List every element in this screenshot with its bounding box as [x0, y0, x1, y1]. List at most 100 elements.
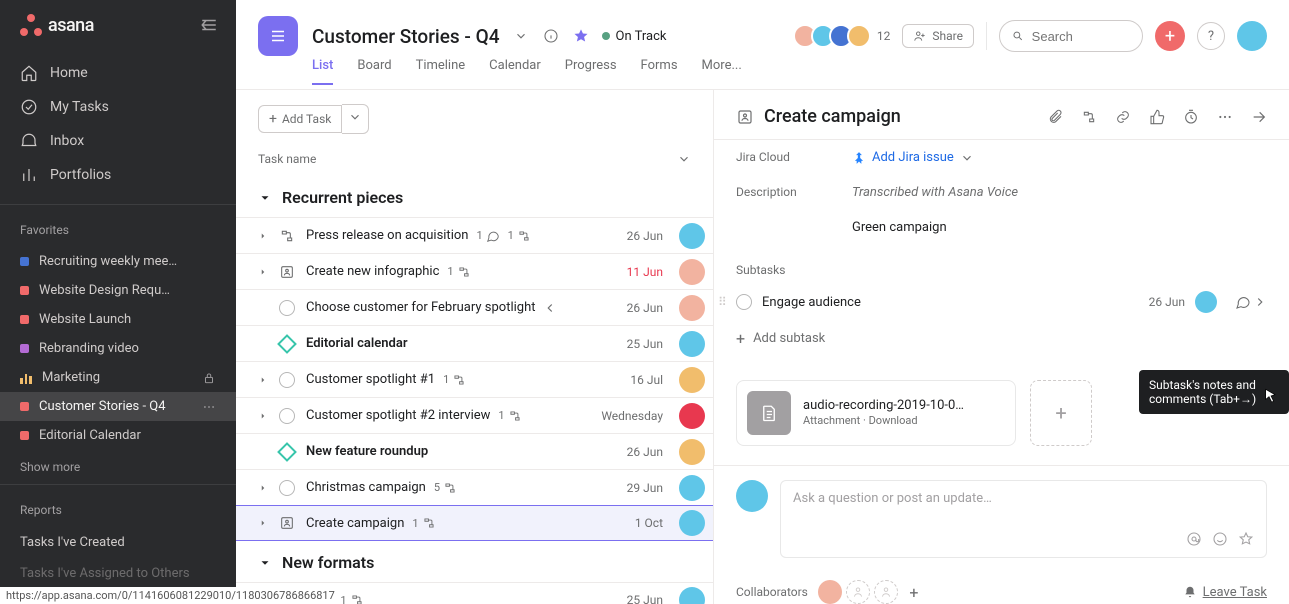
tab-board[interactable]: Board: [357, 58, 391, 83]
drag-handle-icon[interactable]: ⠿: [718, 299, 728, 305]
mention-icon[interactable]: [1186, 531, 1202, 547]
task-row[interactable]: Christmas campaign 5 29 Jun: [236, 469, 713, 505]
add-task-button[interactable]: + Add Task: [258, 105, 342, 133]
timer-icon[interactable]: [1183, 109, 1199, 125]
avatar[interactable]: [1195, 291, 1217, 313]
nav-home[interactable]: Home: [0, 56, 236, 90]
avatar[interactable]: [679, 475, 705, 501]
add-task-dropdown[interactable]: [342, 104, 369, 134]
section-header[interactable]: New formats: [236, 541, 713, 582]
check-icon[interactable]: [279, 372, 295, 388]
avatar[interactable]: [679, 587, 705, 604]
like-icon[interactable]: [1149, 109, 1165, 125]
task-row[interactable]: Press release on acquisition 1 1 26 Jun: [236, 217, 713, 253]
add-collaborator-slot[interactable]: [846, 580, 870, 604]
quick-add-button[interactable]: +: [1155, 21, 1185, 51]
task-row[interactable]: Editorial calendar 25 Jun: [236, 325, 713, 361]
members[interactable]: 12: [799, 24, 891, 48]
task-row[interactable]: Create campaign 1 1 Oct: [236, 505, 713, 541]
user-avatar[interactable]: [1237, 21, 1267, 51]
avatar[interactable]: [818, 580, 842, 604]
collapse-icon[interactable]: [258, 556, 272, 570]
jira-action[interactable]: Add Jira issue: [852, 150, 974, 165]
comment-input[interactable]: Ask a question or post an update…: [780, 480, 1267, 558]
report-item[interactable]: Tasks I've Assigned to Others: [0, 558, 236, 589]
attachment-icon[interactable]: [1047, 109, 1063, 125]
nav-portfolios[interactable]: Portfolios: [0, 158, 236, 192]
share-button[interactable]: Share: [902, 24, 974, 48]
info-icon[interactable]: [542, 27, 560, 45]
leave-task-button[interactable]: Leave Task: [1183, 585, 1267, 600]
subtask-icon[interactable]: [1081, 109, 1097, 125]
emoji-icon[interactable]: [1212, 531, 1228, 547]
avatar[interactable]: [679, 439, 705, 465]
close-pane-icon[interactable]: [1251, 109, 1267, 125]
expand-icon[interactable]: [258, 516, 268, 530]
add-collaborator-button[interactable]: +: [902, 580, 926, 604]
subtask-notes-button[interactable]: [1235, 294, 1267, 310]
add-subtask-button[interactable]: + Add subtask: [736, 319, 1267, 368]
search-input[interactable]: [1032, 29, 1130, 44]
check-icon[interactable]: [279, 300, 295, 316]
task-row[interactable]: Create new infographic 1 11 Jun: [236, 253, 713, 289]
collapse-icon[interactable]: [258, 191, 272, 205]
nav-inbox[interactable]: Inbox: [0, 124, 236, 158]
collapse-sidebar-icon[interactable]: [198, 14, 220, 36]
add-attachment-button[interactable]: +: [1030, 380, 1092, 446]
project-status[interactable]: On Track: [602, 29, 667, 44]
description-value[interactable]: Transcribed with Asana Voice Green campa…: [852, 185, 1018, 235]
expand-icon[interactable]: [258, 409, 268, 423]
logo[interactable]: asana: [20, 14, 94, 36]
tab-forms[interactable]: Forms: [641, 58, 678, 83]
sidebar-favorite[interactable]: Website Launch: [0, 305, 236, 334]
avatar[interactable]: [679, 295, 705, 321]
detail-title[interactable]: Create campaign: [764, 106, 1037, 127]
task-row[interactable]: Customer spotlight #1 1 16 Jul: [236, 361, 713, 397]
report-item[interactable]: Tasks I've Created: [0, 527, 236, 558]
avatar[interactable]: [679, 367, 705, 393]
avatar[interactable]: [679, 259, 705, 285]
project-icon[interactable]: [258, 16, 298, 56]
star-outline-icon[interactable]: [1238, 531, 1254, 547]
add-collaborator-slot[interactable]: [874, 580, 898, 604]
avatar[interactable]: [679, 223, 705, 249]
project-title[interactable]: Customer Stories - Q4: [312, 25, 500, 48]
sidebar-favorite[interactable]: Recruiting weekly mee…: [0, 247, 236, 276]
sidebar-favorite[interactable]: Marketing: [0, 363, 236, 392]
section-header[interactable]: Recurrent pieces: [236, 176, 713, 217]
star-icon[interactable]: [572, 27, 590, 45]
avatar[interactable]: [679, 510, 705, 536]
tab-list[interactable]: List: [312, 58, 333, 85]
sidebar-favorite[interactable]: Editorial Calendar: [0, 421, 236, 450]
search-box[interactable]: [999, 20, 1143, 52]
expand-icon[interactable]: [258, 265, 268, 279]
avatar[interactable]: [679, 403, 705, 429]
tab-timeline[interactable]: Timeline: [416, 58, 466, 83]
task-row[interactable]: New feature roundup 26 Jun: [236, 433, 713, 469]
tab-progress[interactable]: Progress: [565, 58, 617, 83]
chevron-down-icon[interactable]: [677, 152, 691, 166]
sidebar-favorite[interactable]: Website Design Requ…: [0, 276, 236, 305]
attachment-card[interactable]: audio-recording-2019-10-0… Attachment · …: [736, 380, 1016, 446]
sidebar-favorite[interactable]: Rebranding video: [0, 334, 236, 363]
check-icon[interactable]: [279, 408, 295, 424]
check-icon[interactable]: [279, 480, 295, 496]
task-row[interactable]: Customer spotlight #2 interview 1 Wednes…: [236, 397, 713, 433]
expand-icon[interactable]: [258, 373, 268, 387]
show-more[interactable]: Show more: [0, 450, 236, 484]
sidebar-favorite[interactable]: Customer Stories - Q4: [0, 392, 236, 421]
link-icon[interactable]: [1115, 109, 1131, 125]
tab-calendar[interactable]: Calendar: [489, 58, 541, 83]
tab-more[interactable]: More...: [702, 58, 742, 83]
more-icon[interactable]: [1217, 109, 1233, 125]
expand-icon[interactable]: [258, 481, 268, 495]
nav-my-tasks[interactable]: My Tasks: [0, 90, 236, 124]
check-icon[interactable]: [736, 294, 752, 310]
chevron-down-icon[interactable]: [512, 27, 530, 45]
more-icon[interactable]: [202, 400, 216, 414]
expand-icon[interactable]: [258, 229, 268, 243]
task-row[interactable]: Choose customer for February spotlight 2…: [236, 289, 713, 325]
avatar[interactable]: [679, 331, 705, 357]
help-button[interactable]: ?: [1197, 22, 1225, 50]
subtask-row[interactable]: ⠿ Engage audience 26 Jun: [736, 285, 1267, 319]
